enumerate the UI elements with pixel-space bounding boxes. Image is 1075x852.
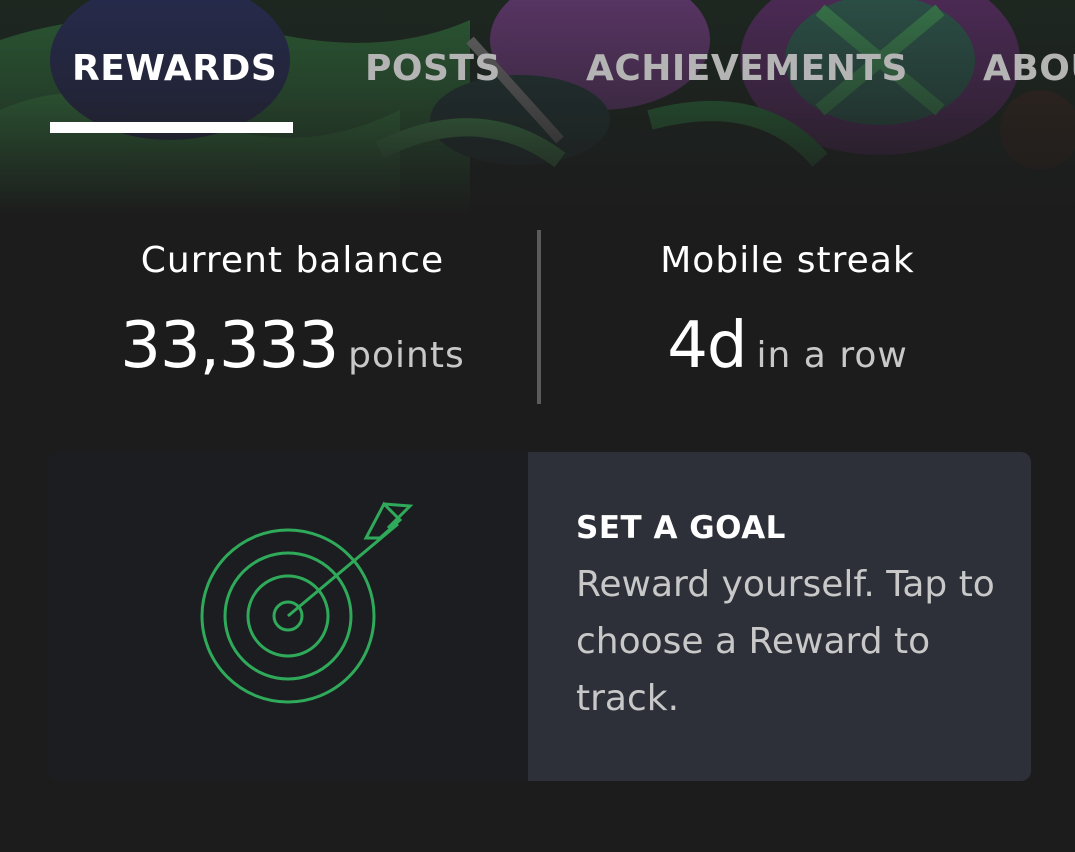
goal-title: SET A GOAL	[576, 510, 786, 546]
mobile-streak-value-row: 4d in a row	[585, 308, 990, 400]
goal-description: Reward yourself. Tap to choose a Reward …	[576, 564, 995, 719]
current-balance-value-row: 33,333 points	[90, 308, 495, 400]
current-balance-stat: Current balance 33,333 points	[90, 238, 495, 400]
mobile-streak-unit: in a row	[756, 335, 908, 376]
current-balance-label: Current balance	[140, 240, 445, 281]
tab-rewards[interactable]: REWARDS	[72, 48, 277, 89]
goal-text-panel: SET A GOAL Reward yourself. Tap to choos…	[528, 452, 1031, 781]
stats-divider	[537, 230, 541, 404]
mobile-streak-stat: Mobile streak 4d in a row	[585, 238, 990, 400]
rewards-page: REWARDS POSTS ACHIEVEMENTS ABOU Current …	[0, 0, 1075, 852]
tab-achievements[interactable]: ACHIEVEMENTS	[586, 48, 908, 89]
mobile-streak-value: 4d	[667, 309, 747, 383]
tab-about[interactable]: ABOU	[983, 48, 1075, 89]
current-balance-value: 33,333	[120, 309, 339, 383]
tab-posts[interactable]: POSTS	[365, 48, 501, 89]
mobile-streak-label: Mobile streak	[660, 240, 915, 281]
target-arrow-icon	[200, 501, 414, 704]
active-tab-indicator	[50, 122, 293, 133]
current-balance-unit: points	[348, 335, 465, 376]
goal-icon-panel	[48, 452, 528, 781]
set-goal-card[interactable]: SET A GOAL Reward yourself. Tap to choos…	[48, 452, 1031, 781]
